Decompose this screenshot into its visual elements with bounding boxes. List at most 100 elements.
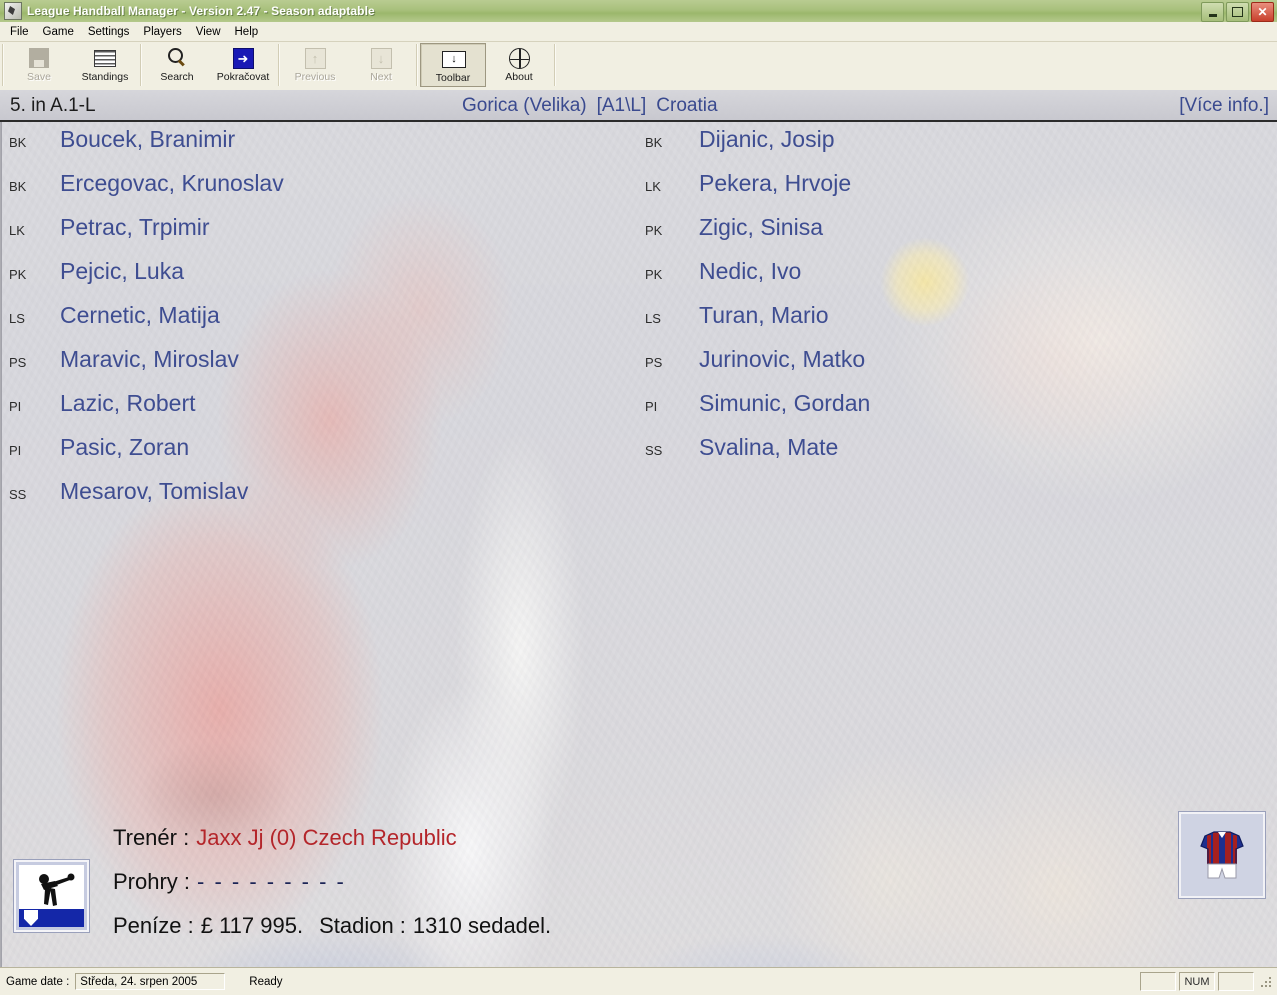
list-item[interactable]: BK Dijanic, Josip	[637, 126, 870, 170]
window-controls: ✕	[1201, 2, 1274, 22]
club-info-lines: Trenér : Jaxx Jj (0) Czech Republic Proh…	[113, 816, 551, 948]
toolbar-continue-button[interactable]: ➜ Pokračovat	[210, 43, 276, 87]
list-item[interactable]: LK Pekera, Hrvoje	[637, 170, 870, 214]
player-name[interactable]: Svalina, Mate	[699, 434, 838, 461]
coach-value[interactable]: Jaxx Jj (0) Czech Republic	[196, 825, 456, 851]
maximize-icon	[1232, 7, 1243, 17]
close-button[interactable]: ✕	[1251, 2, 1274, 22]
application-window: League Handball Manager - Version 2.47 -…	[0, 0, 1277, 995]
menu-item-file[interactable]: File	[3, 24, 36, 40]
menu-item-help[interactable]: Help	[228, 24, 266, 40]
game-date-label: Game date :	[6, 975, 70, 988]
list-item[interactable]: PI Lazic, Robert	[0, 390, 284, 434]
player-name[interactable]: Mesarov, Tomislav	[60, 478, 248, 505]
toolbar-search-button[interactable]: Search	[144, 43, 210, 87]
status-indicator-blank2	[1218, 972, 1254, 991]
player-name[interactable]: Boucek, Branimir	[60, 126, 235, 153]
minimize-icon	[1208, 14, 1217, 17]
menu-item-game[interactable]: Game	[36, 24, 81, 40]
team-overview-panel: 5. in A.1-L Gorica (Velika) [A1\L] Croatia…	[0, 90, 1277, 968]
player-position: BK	[9, 179, 27, 194]
toolbar-separator	[278, 44, 280, 86]
player-position: LK	[645, 179, 661, 194]
player-name[interactable]: Nedic, Ivo	[699, 258, 801, 285]
player-name[interactable]: Pasic, Zoran	[60, 434, 189, 461]
list-item[interactable]: PK Zigic, Sinisa	[637, 214, 870, 258]
menu-item-settings[interactable]: Settings	[81, 24, 137, 40]
coach-line: Trenér : Jaxx Jj (0) Czech Republic	[113, 816, 551, 860]
list-item[interactable]: PK Nedic, Ivo	[637, 258, 870, 302]
list-item[interactable]: PI Pasic, Zoran	[0, 434, 284, 478]
save-icon	[28, 47, 50, 68]
player-name[interactable]: Dijanic, Josip	[699, 126, 835, 153]
coach-label: Trenér :	[113, 825, 190, 850]
toolbar-about-button[interactable]: About	[486, 43, 552, 87]
player-name[interactable]: Lazic, Robert	[60, 390, 196, 417]
toolbar: Save Standings Search ➜ Pokračovat ↑ Pre…	[0, 42, 1277, 91]
list-item[interactable]: PS Maravic, Miroslav	[0, 346, 284, 390]
arrow-up-icon: ↑	[304, 47, 326, 69]
player-position: BK	[645, 135, 663, 150]
list-item[interactable]: LK Petrac, Trpimir	[0, 214, 284, 258]
player-position: LK	[9, 223, 25, 238]
list-item[interactable]: LS Turan, Mario	[637, 302, 870, 346]
losses-label: Prohry :	[113, 869, 191, 894]
handball-player-badge-icon[interactable]	[14, 860, 89, 932]
toolbar-save-label: Save	[27, 71, 51, 83]
list-item[interactable]: PI Simunic, Gordan	[637, 390, 870, 434]
window-title: League Handball Manager - Version 2.47 -…	[27, 4, 375, 18]
more-info-link[interactable]: [Více info.]	[1179, 95, 1269, 117]
list-item[interactable]: SS Mesarov, Tomislav	[0, 478, 284, 522]
team-jersey-icon[interactable]	[1179, 812, 1265, 898]
player-name[interactable]: Maravic, Miroslav	[60, 346, 239, 373]
list-item[interactable]: PS Jurinovic, Matko	[637, 346, 870, 390]
search-icon	[166, 47, 188, 68]
team-country: Croatia	[656, 95, 718, 116]
list-item[interactable]: BK Ercegovac, Krunoslav	[0, 170, 284, 214]
status-indicators: NUM	[1140, 972, 1273, 991]
list-item[interactable]: BK Boucek, Branimir	[0, 126, 284, 170]
toolbar-standings-label: Standings	[81, 71, 129, 83]
player-name[interactable]: Cernetic, Matija	[60, 302, 220, 329]
toolbar-previous-label: Previous	[294, 71, 336, 83]
player-name[interactable]: Turan, Mario	[699, 302, 829, 329]
toolbar-toolbar-label: Toolbar	[435, 72, 471, 84]
team-rank-label: 5. in A.1-L	[10, 95, 96, 116]
globe-icon	[508, 47, 530, 69]
player-name[interactable]: Simunic, Gordan	[699, 390, 870, 417]
maximize-button[interactable]	[1226, 2, 1249, 22]
toolbar-toolbar-toggle-button[interactable]: Toolbar	[420, 43, 486, 87]
minimize-button[interactable]	[1201, 2, 1224, 22]
player-position: PS	[645, 355, 663, 370]
player-position: LS	[645, 311, 661, 326]
team-league-code: [A1\L]	[596, 95, 647, 116]
toolbar-standings-button[interactable]: Standings	[72, 43, 138, 87]
player-position: SS	[9, 487, 27, 502]
player-name[interactable]: Zigic, Sinisa	[699, 214, 823, 241]
toolbar-previous-button[interactable]: ↑ Previous	[282, 43, 348, 87]
player-name[interactable]: Pejcic, Luka	[60, 258, 184, 285]
list-item[interactable]: PK Pejcic, Luka	[0, 258, 284, 302]
player-position: PI	[9, 399, 22, 414]
toolbar-save-button[interactable]: Save	[6, 43, 72, 87]
toolbar-next-button[interactable]: ↓ Next	[348, 43, 414, 87]
list-item[interactable]: LS Cernetic, Matija	[0, 302, 284, 346]
money-label: Peníze :	[113, 913, 194, 938]
toolbar-separator	[2, 44, 4, 86]
standings-icon	[94, 47, 116, 68]
resize-grip-icon[interactable]	[1259, 975, 1273, 989]
menu-item-view[interactable]: View	[189, 24, 228, 40]
player-name[interactable]: Pekera, Hrvoje	[699, 170, 851, 197]
menu-item-players[interactable]: Players	[136, 24, 188, 40]
losses-value: - - - - - - - - -	[197, 869, 346, 894]
title-bar: League Handball Manager - Version 2.47 -…	[0, 0, 1277, 23]
list-item[interactable]: SS Svalina, Mate	[637, 434, 870, 478]
toolbar-next-label: Next	[370, 71, 392, 83]
player-position: PI	[9, 443, 22, 458]
player-name[interactable]: Jurinovic, Matko	[699, 346, 865, 373]
finance-line: Peníze : £ 117 995. Stadion : 1310 sedad…	[113, 904, 551, 948]
player-name[interactable]: Ercegovac, Krunoslav	[60, 170, 284, 197]
player-position: PK	[9, 267, 27, 282]
player-name[interactable]: Petrac, Trpimir	[60, 214, 210, 241]
team-title[interactable]: Gorica (Velika) [A1\L] Croatia	[462, 95, 718, 117]
